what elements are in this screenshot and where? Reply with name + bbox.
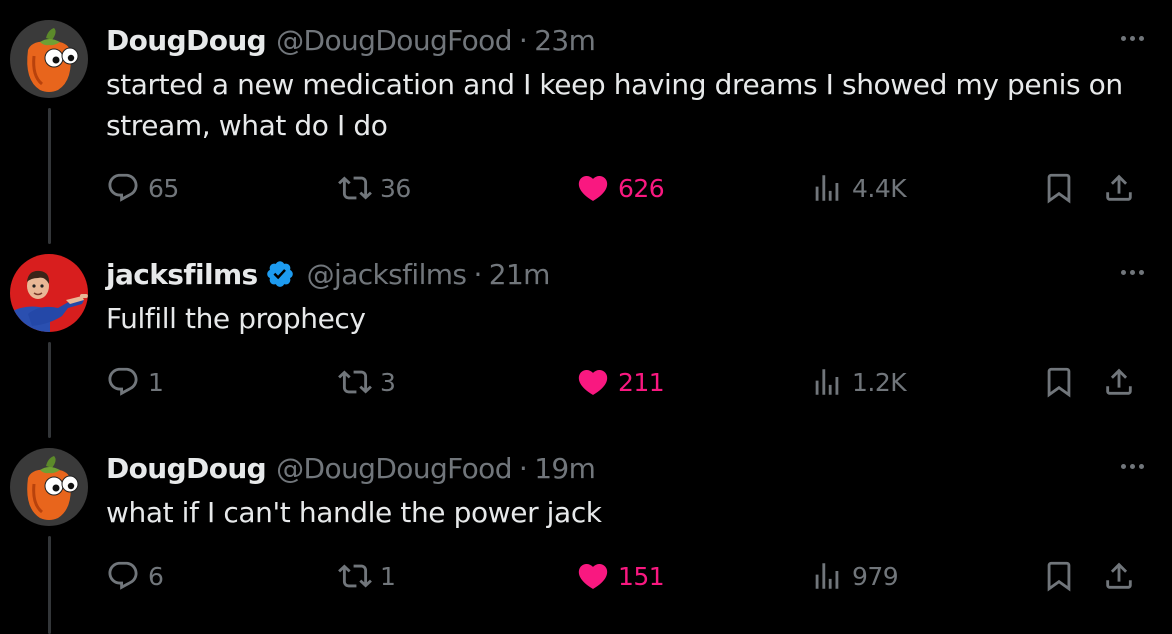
heart-icon <box>578 563 608 589</box>
bookmark-icon <box>1047 561 1071 592</box>
reply-button[interactable]: 1 <box>106 364 164 400</box>
repost-icon <box>338 564 372 588</box>
more-icon[interactable] <box>1112 260 1152 284</box>
timestamp[interactable]: 19m <box>534 452 596 485</box>
views-icon <box>815 563 839 589</box>
reply-count: 6 <box>148 561 164 591</box>
tweet-text: what if I can't handle the power jack <box>106 496 602 529</box>
repost-button[interactable]: 3 <box>338 364 396 400</box>
share-button[interactable] <box>1102 170 1136 206</box>
bookmark-button[interactable] <box>1042 170 1076 206</box>
views-button[interactable]: 1.2K <box>810 364 907 400</box>
tweet-text: started a new medication and I keep havi… <box>106 68 1123 142</box>
tweet-header: jacksfilms @jacksfilms · 21m <box>106 254 550 294</box>
view-count: 4.4K <box>852 173 907 203</box>
avatar[interactable] <box>10 20 88 98</box>
tweet-text: Fulfill the prophecy <box>106 302 366 335</box>
user-handle[interactable]: @jacksfilms <box>307 258 467 291</box>
bookmark-icon <box>1047 173 1071 204</box>
like-count: 151 <box>618 561 665 591</box>
like-button[interactable]: 151 <box>576 558 665 594</box>
timestamp[interactable]: 23m <box>534 24 596 57</box>
repost-button[interactable]: 1 <box>338 558 396 594</box>
pepper-avatar-image <box>10 448 88 526</box>
like-count: 211 <box>618 367 665 397</box>
more-icon[interactable] <box>1112 26 1152 50</box>
repost-count: 36 <box>380 173 411 203</box>
jacksfilms-avatar-image <box>10 254 88 332</box>
timestamp[interactable]: 21m <box>489 258 551 291</box>
user-handle[interactable]: @DougDougFood <box>276 452 512 485</box>
display-name[interactable]: jacksfilms <box>106 258 258 291</box>
bookmark-button[interactable] <box>1042 558 1076 594</box>
separator-dot: · <box>518 451 528 485</box>
share-button[interactable] <box>1102 558 1136 594</box>
separator-dot: · <box>518 23 528 57</box>
user-handle[interactable]: @DougDougFood <box>276 24 512 57</box>
tweet[interactable]: jacksfilms @jacksfilms · 21m Fulfill the… <box>0 254 1172 414</box>
view-count: 1.2K <box>852 367 907 397</box>
display-name[interactable]: DougDoug <box>106 452 267 485</box>
reply-icon <box>108 561 138 590</box>
heart-icon <box>578 175 608 201</box>
reply-button[interactable]: 65 <box>106 170 179 206</box>
repost-count: 1 <box>380 561 396 591</box>
tweet[interactable]: DougDoug @DougDougFood · 19m what if I c… <box>0 448 1172 608</box>
tweet-header: DougDoug @DougDougFood · 23m <box>106 20 596 60</box>
share-icon <box>1106 368 1132 395</box>
heart-icon <box>578 369 608 395</box>
separator-dot: · <box>473 257 482 291</box>
like-button[interactable]: 626 <box>576 170 665 206</box>
tweet[interactable]: DougDoug @DougDougFood · 23m started a n… <box>0 20 1172 220</box>
like-count: 626 <box>618 173 665 203</box>
reply-icon <box>108 367 138 396</box>
reply-count: 1 <box>148 367 164 397</box>
view-count: 979 <box>852 561 899 591</box>
reply-icon <box>108 173 138 202</box>
avatar[interactable] <box>10 254 88 332</box>
avatar[interactable] <box>10 448 88 526</box>
verified-badge-icon[interactable] <box>265 259 295 289</box>
share-icon <box>1106 562 1132 589</box>
views-icon <box>815 369 839 395</box>
repost-icon <box>338 370 372 394</box>
pepper-avatar-image <box>10 20 88 98</box>
bookmark-icon <box>1047 367 1071 398</box>
views-button[interactable]: 4.4K <box>810 170 907 206</box>
share-icon <box>1106 174 1132 201</box>
like-button[interactable]: 211 <box>576 364 665 400</box>
display-name[interactable]: DougDoug <box>106 24 267 57</box>
repost-icon <box>338 176 372 200</box>
reply-count: 65 <box>148 173 179 203</box>
reply-button[interactable]: 6 <box>106 558 164 594</box>
more-icon[interactable] <box>1112 454 1152 478</box>
repost-count: 3 <box>380 367 396 397</box>
views-button[interactable]: 979 <box>810 558 899 594</box>
tweet-header: DougDoug @DougDougFood · 19m <box>106 448 596 488</box>
repost-button[interactable]: 36 <box>338 170 411 206</box>
share-button[interactable] <box>1102 364 1136 400</box>
bookmark-button[interactable] <box>1042 364 1076 400</box>
views-icon <box>815 175 839 201</box>
